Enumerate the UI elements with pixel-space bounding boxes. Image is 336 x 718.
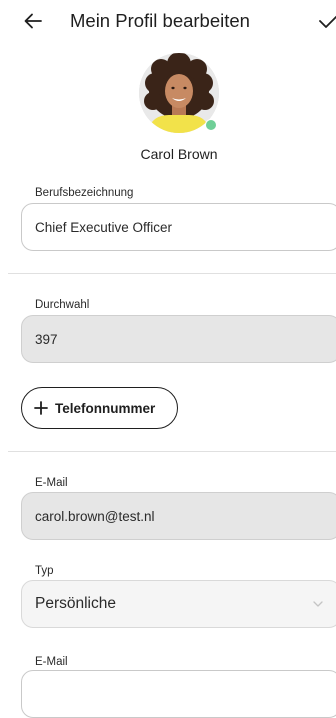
online-status-indicator (205, 119, 217, 131)
extension-label: Durchwahl (35, 299, 90, 311)
email-field[interactable]: carol.brown@test.nl (21, 492, 336, 540)
email-2-field[interactable] (21, 670, 336, 718)
profile-avatar[interactable] (139, 53, 219, 133)
confirm-button[interactable] (316, 10, 336, 32)
add-phone-number-button[interactable]: Telefonnummer (21, 387, 178, 429)
section-divider (8, 451, 336, 452)
job-title-value: Chief Executive Officer (35, 219, 173, 235)
email-2-label: E-Mail (35, 656, 68, 668)
extension-value: 397 (35, 331, 58, 347)
back-button[interactable] (20, 8, 46, 34)
app-header: Mein Profil bearbeiten (0, 0, 336, 44)
chevron-down-icon (313, 601, 323, 607)
type-select[interactable]: Persönliche (21, 580, 336, 628)
section-divider (8, 273, 336, 274)
page-title: Mein Profil bearbeiten (70, 10, 250, 31)
job-title-label: Berufsbezeichnung (35, 187, 134, 199)
checkmark-icon (319, 15, 336, 28)
email-value: carol.brown@test.nl (35, 508, 155, 524)
type-label: Typ (35, 565, 54, 577)
plus-icon (34, 401, 48, 415)
extension-field[interactable]: 397 (21, 315, 336, 363)
arrow-left-icon (24, 13, 42, 29)
profile-name: Carol Brown (140, 146, 218, 162)
email-label: E-Mail (35, 477, 68, 489)
job-title-field[interactable]: Chief Executive Officer (21, 203, 336, 251)
add-phone-number-label: Telefonnummer (55, 400, 156, 416)
type-value: Persönliche (35, 595, 116, 612)
